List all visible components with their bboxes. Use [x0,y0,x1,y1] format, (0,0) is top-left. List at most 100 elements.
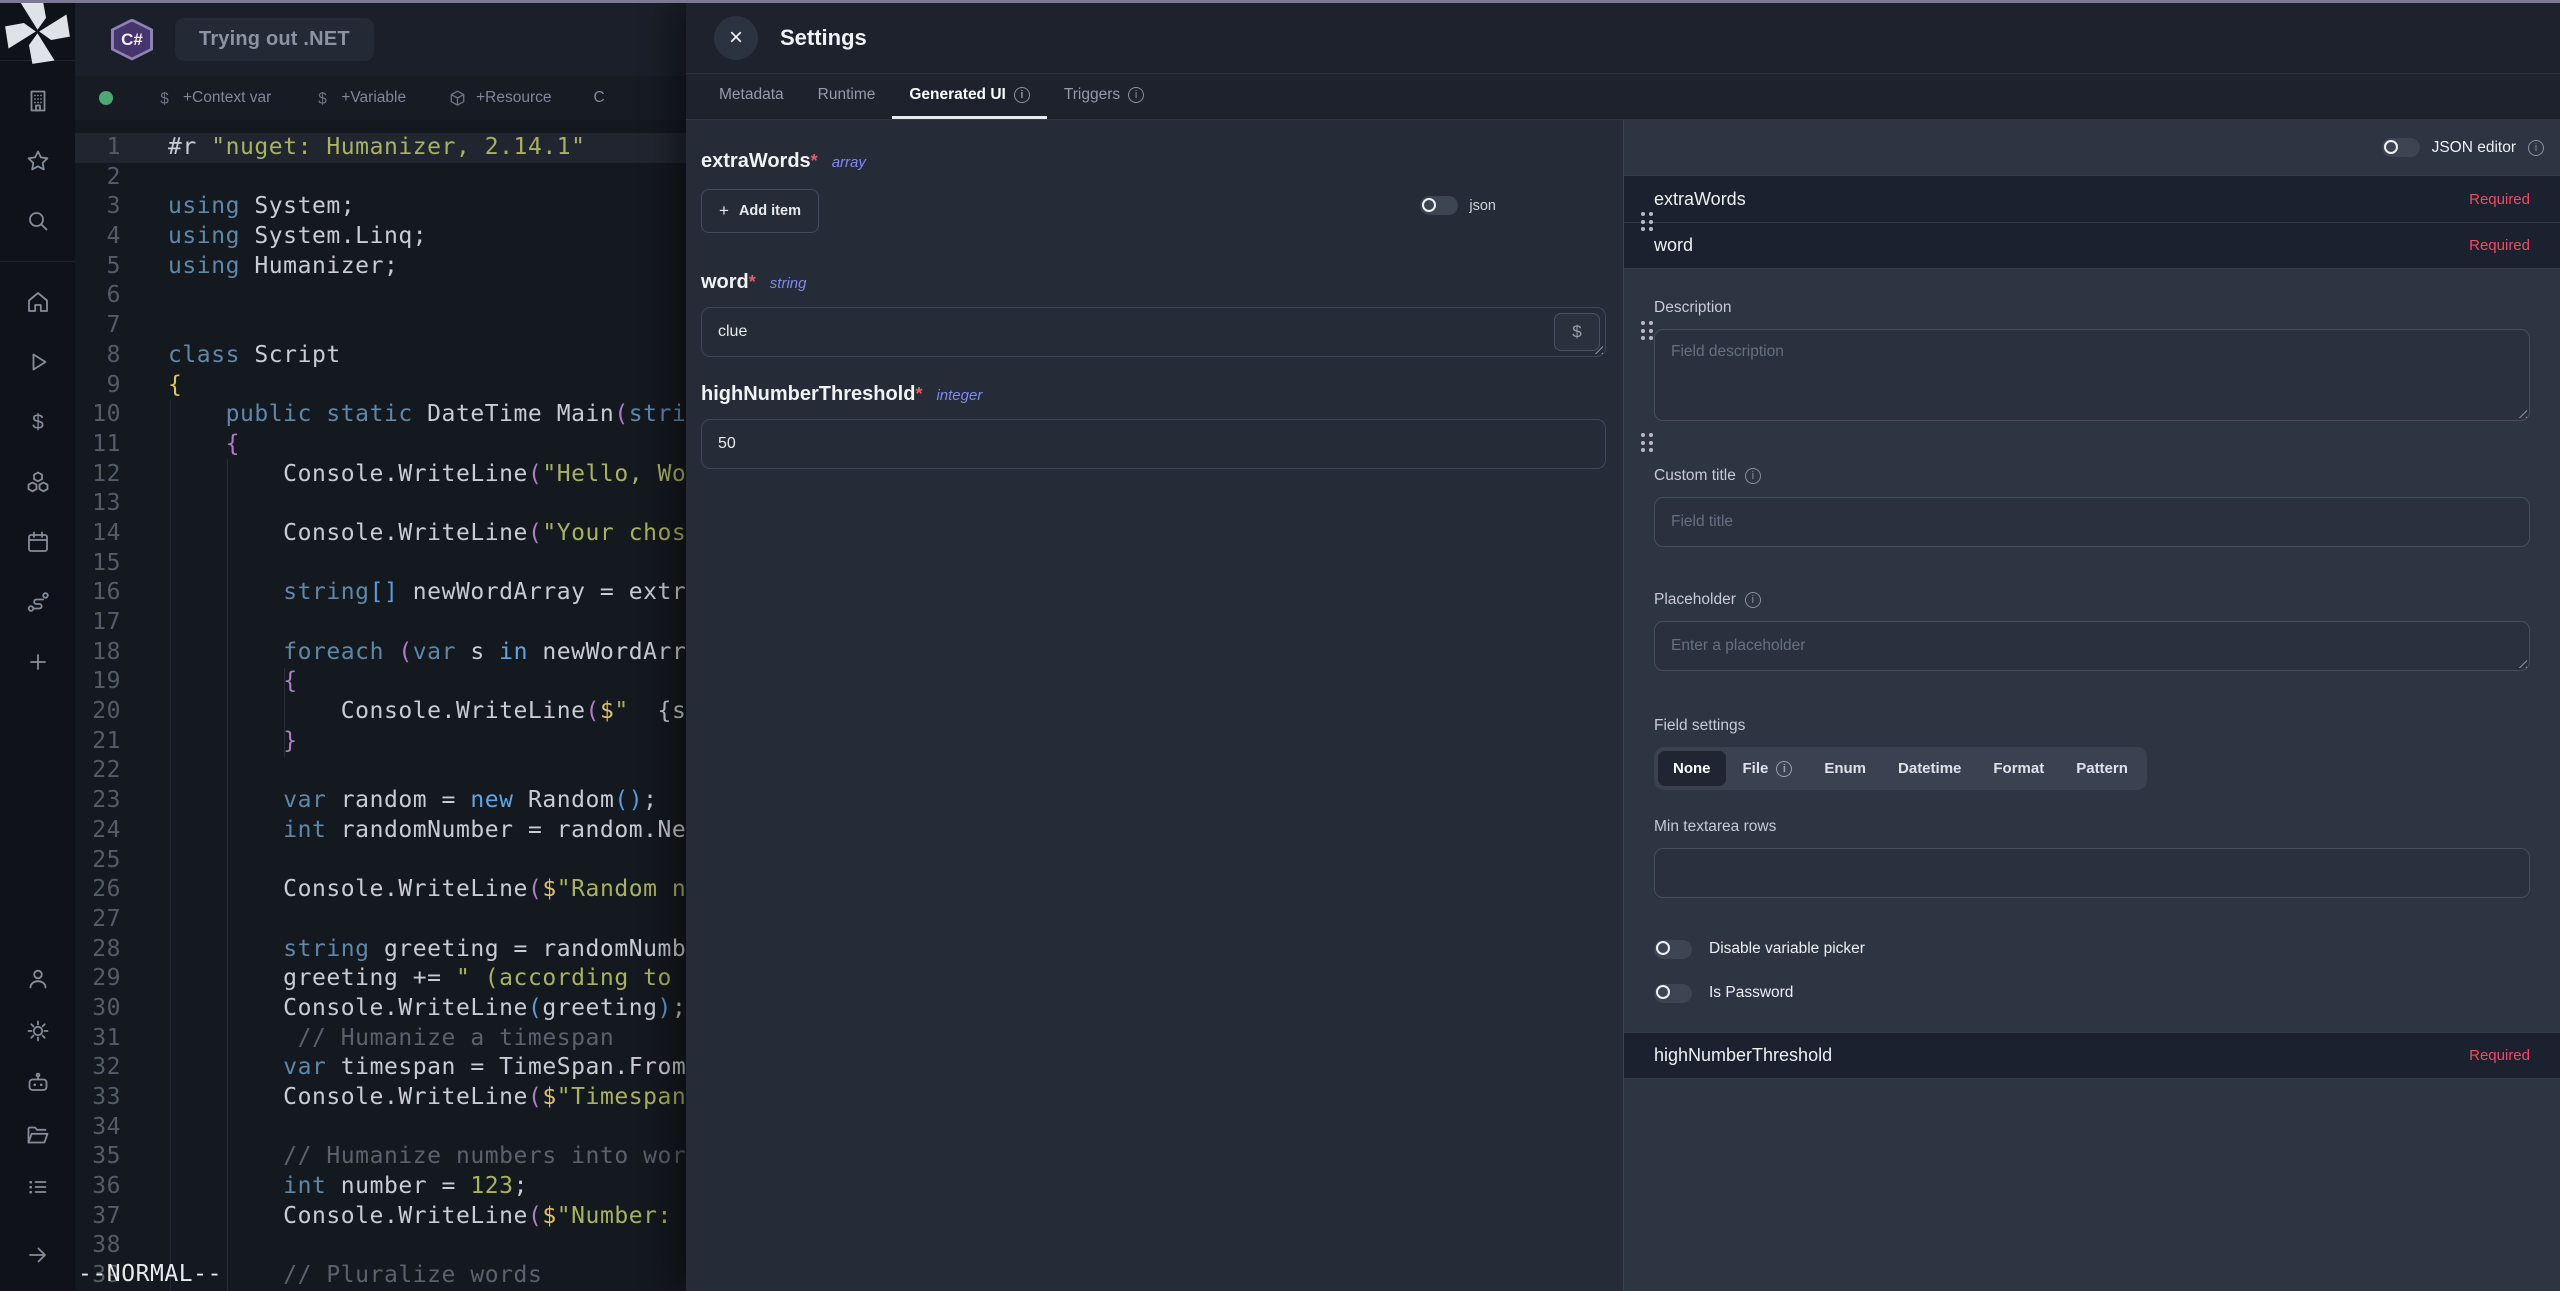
json-editor-toggle[interactable] [2382,138,2420,157]
description-textarea[interactable] [1654,329,2530,421]
toolbar-button-c[interactable]: C [593,89,604,107]
line-number: 8 [75,341,135,371]
drag-handle[interactable] [1641,433,1654,452]
tab-generated-ui[interactable]: Generated UIi [892,74,1046,119]
status-dot [99,91,113,105]
code-line: 26 Console.WriteLine($"Random number: {r… [75,875,686,905]
vim-mode-indicator: --NORMAL-- [78,1261,222,1287]
code-line: 31 // Humanize a timespan [75,1024,686,1054]
toolbar-button-variable[interactable]: $+Variable [313,89,406,108]
code-editor[interactable]: 1#r "nuget: Humanizer, 2.14.1"23using Sy… [75,120,686,1291]
info-icon[interactable]: i [1745,468,1761,484]
disable-variable-picker-toggle[interactable] [1654,940,1692,959]
info-icon[interactable]: i [1128,87,1144,103]
code-line: 30 Console.WriteLine(greeting); [75,994,686,1024]
line-number: 15 [75,549,135,579]
line-number: 7 [75,311,135,341]
generated-form-preview: extraWords* array + Add item json word* [686,120,1623,1291]
code-line: 28 string greeting = randomNumber > high [75,935,686,965]
play-icon[interactable] [16,332,60,392]
arrow-right-icon[interactable] [16,1229,60,1281]
folder-icon[interactable] [16,1109,60,1161]
info-icon[interactable]: i [1776,761,1792,777]
dollar-icon: $ [155,89,174,108]
plus-icon[interactable] [16,632,60,692]
star-icon[interactable] [16,131,60,191]
info-icon[interactable]: i [1745,592,1761,608]
field-option-file[interactable]: Filei [1728,751,1808,786]
cubes-icon[interactable] [16,452,60,512]
inspector-row-extrawords[interactable]: extraWords Required [1624,175,2560,222]
info-icon[interactable]: i [2528,140,2544,156]
field-group-word: word* string $ [701,271,1606,357]
line-number: 13 [75,489,135,519]
editor-toolbar: $+Context var $+Variable +Resource C [75,76,686,120]
plus-icon: + [719,201,729,221]
custom-title-input[interactable] [1654,497,2530,547]
list-icon[interactable] [16,1161,60,1213]
line-number: 32 [75,1053,135,1083]
code-line: 5using Humanizer; [75,252,686,282]
tab-runtime[interactable]: Runtime [801,74,893,119]
dollar-icon[interactable]: $ [16,392,60,452]
line-number: 2 [75,163,135,193]
code-line: 38 [75,1231,686,1261]
code-line: 7 [75,311,686,341]
tab-triggers[interactable]: Triggersi [1047,74,1161,119]
word-input[interactable] [701,307,1606,357]
settings-title: Settings [780,25,867,51]
add-item-button[interactable]: + Add item [701,189,819,233]
info-icon[interactable]: i [1014,87,1030,103]
line-number: 23 [75,786,135,816]
line-number: 19 [75,667,135,697]
code-line: 25 [75,846,686,876]
line-number: 21 [75,727,135,757]
json-editor-bar: JSON editor i [1624,120,2560,175]
variable-picker-button[interactable]: $ [1554,313,1600,351]
code-line: 23 var random = new Random(); [75,786,686,816]
close-icon[interactable]: × [714,16,758,60]
route-icon[interactable] [16,572,60,632]
placeholder-input[interactable] [1654,621,2530,671]
windmill-logo[interactable] [0,3,75,61]
calendar-icon[interactable] [16,512,60,572]
gear-icon[interactable] [16,1005,60,1057]
field-option-format[interactable]: Format [1978,751,2059,786]
field-option-datetime[interactable]: Datetime [1883,751,1976,786]
tab-metadata[interactable]: Metadata [702,74,801,119]
line-number: 4 [75,222,135,252]
drag-handle[interactable] [1641,321,1654,340]
json-toggle[interactable] [1420,196,1458,215]
drag-handle[interactable] [1641,212,1654,231]
toolbar-button-resource[interactable]: +Resource [448,89,551,108]
toolbar-button-contextvar[interactable]: $+Context var [155,89,271,108]
code-line: 6 [75,281,686,311]
field-option-none[interactable]: None [1658,751,1726,786]
robot-icon[interactable] [16,1057,60,1109]
min-textarea-rows-input[interactable] [1654,848,2530,898]
min-textarea-rows-label: Min textarea rows [1654,818,2530,836]
field-label: extraWords* [701,150,818,173]
script-title[interactable]: Trying out .NET [175,18,374,61]
inspector-row-word[interactable]: word Required [1624,222,2560,269]
highnumberthreshold-input[interactable] [701,419,1606,469]
line-number: 30 [75,994,135,1024]
code-line: 32 var timespan = TimeSpan.FromMinutes [75,1053,686,1083]
inspector-row-highnumberthreshold[interactable]: highNumberThreshold Required [1624,1032,2560,1079]
person-icon[interactable] [16,953,60,1005]
disable-variable-picker-row: Disable variable picker [1654,934,2530,964]
line-number: 14 [75,519,135,549]
building-icon[interactable] [16,71,60,131]
field-option-enum[interactable]: Enum [1809,751,1881,786]
field-label: highNumberThreshold* [701,383,922,406]
settings-tabs: MetadataRuntimeGenerated UIiTriggersi [686,73,2560,120]
code-line: 21 } [75,727,686,757]
code-line: 13 [75,489,686,519]
code-line: 8class Script [75,341,686,371]
line-number: 17 [75,608,135,638]
script-editor-region: C# Trying out .NET $+Context var$+Variab… [75,3,686,1291]
is-password-toggle[interactable] [1654,984,1692,1003]
search-icon[interactable] [16,191,60,251]
field-option-pattern[interactable]: Pattern [2061,751,2143,786]
home-icon[interactable] [16,272,60,332]
